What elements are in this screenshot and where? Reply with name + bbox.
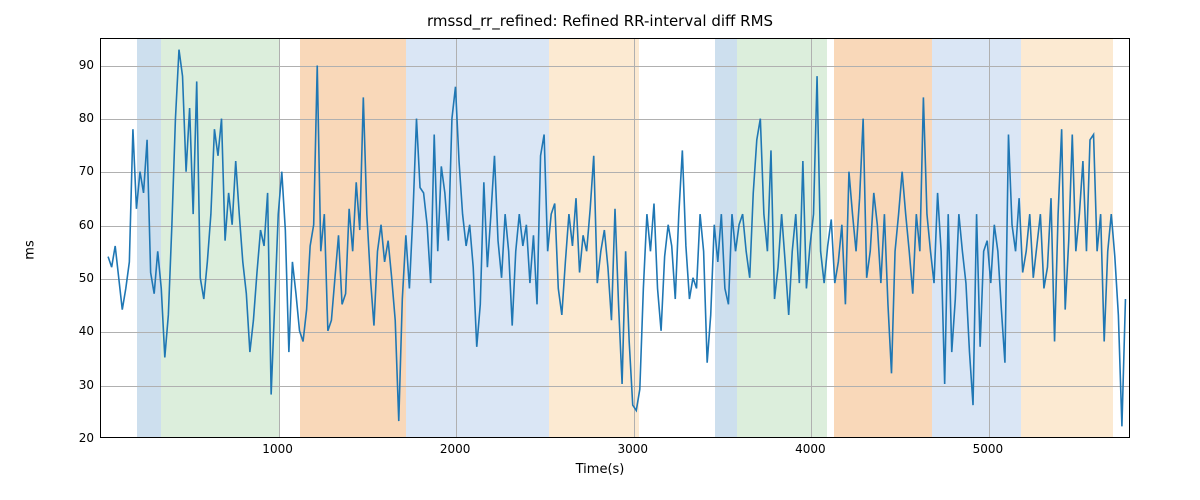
x-tick-label: 1000 xyxy=(262,442,293,456)
chart-figure: rmssd_rr_refined: Refined RR-interval di… xyxy=(0,0,1200,500)
x-tick-label: 5000 xyxy=(973,442,1004,456)
series-line xyxy=(108,50,1125,427)
line-layer xyxy=(101,39,1129,437)
x-axis-label: Time(s) xyxy=(0,462,1200,477)
y-tick-label: 60 xyxy=(54,218,94,232)
y-tick-label: 80 xyxy=(54,111,94,125)
y-tick-label: 50 xyxy=(54,271,94,285)
x-tick-label: 4000 xyxy=(795,442,826,456)
y-tick-label: 20 xyxy=(54,431,94,445)
y-tick-label: 40 xyxy=(54,324,94,338)
x-tick-label: 2000 xyxy=(440,442,471,456)
chart-title: rmssd_rr_refined: Refined RR-interval di… xyxy=(0,12,1200,30)
y-tick-label: 70 xyxy=(54,164,94,178)
x-tick-label: 3000 xyxy=(617,442,648,456)
y-axis-label: ms xyxy=(23,240,38,259)
y-tick-label: 90 xyxy=(54,58,94,72)
plot-area xyxy=(100,38,1130,438)
y-tick-label: 30 xyxy=(54,378,94,392)
